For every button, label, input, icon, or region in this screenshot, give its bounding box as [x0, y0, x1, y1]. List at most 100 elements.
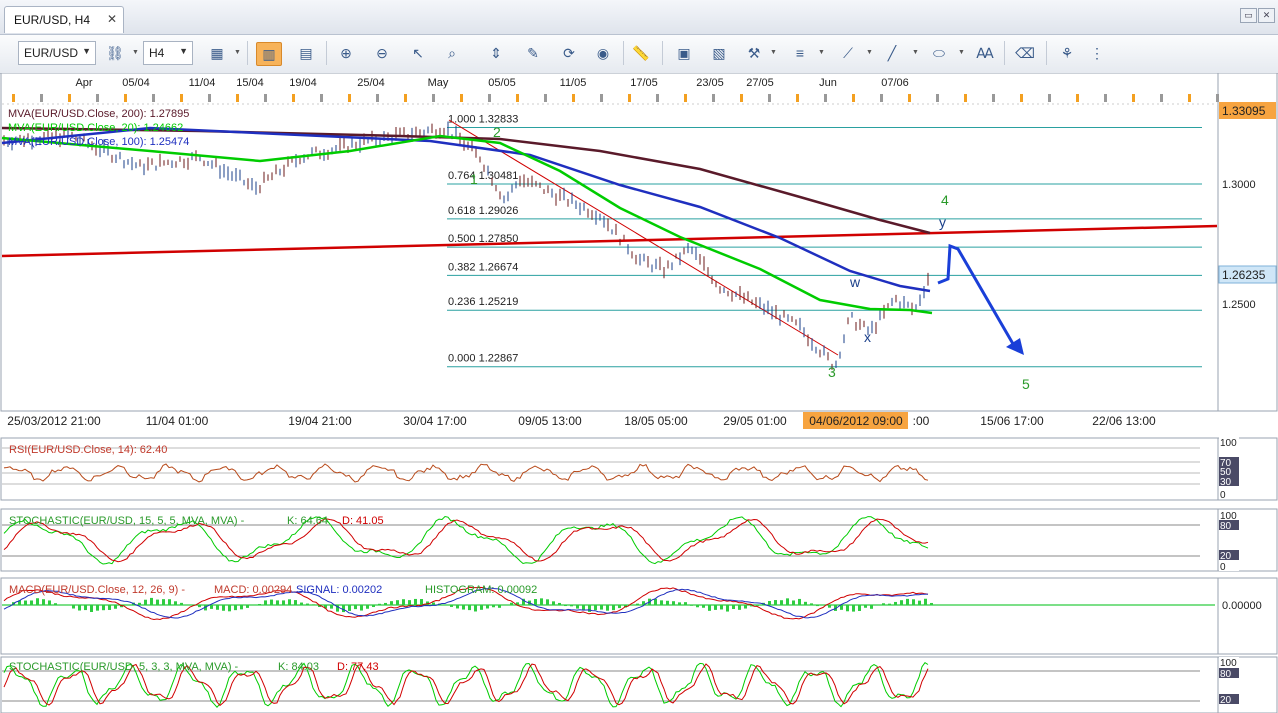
tree-icon[interactable]: ⚘	[1055, 42, 1079, 64]
macd-histogram-bar	[378, 603, 381, 605]
stoch-level-label: 80	[1220, 669, 1232, 680]
macd-histogram-bar	[606, 605, 609, 611]
timeframe-select[interactable]: H4 ▼	[143, 41, 193, 65]
date-tick	[432, 94, 435, 102]
macd-histogram-bar	[918, 600, 921, 605]
price-tick-label: 1.3000	[1222, 179, 1256, 191]
macd-histogram-bar	[546, 599, 549, 605]
macd-histogram-bar	[636, 603, 639, 605]
image-icon[interactable]: ▣	[672, 42, 696, 64]
edit-icon[interactable]: ✎	[521, 42, 545, 64]
toolbar-separator	[1004, 41, 1005, 65]
macd-histogram-bar	[930, 602, 933, 605]
pen-icon[interactable]: ╱	[880, 42, 904, 64]
top-date-label: 27/05	[746, 77, 774, 89]
macd-histogram-bar	[306, 603, 309, 605]
top-date-label: 15/04	[236, 77, 264, 89]
macd-histogram-bar	[108, 605, 111, 610]
chart-tab[interactable]: EUR/USD, H4 ✕	[4, 6, 124, 33]
refresh-icon[interactable]: ⟳	[557, 42, 581, 64]
rsi-legend: RSI(EUR/USD.Close, 14): 62.40	[9, 444, 167, 456]
chevron-down-icon[interactable]: ▼	[866, 49, 873, 56]
tab-title: EUR/USD, H4	[14, 13, 91, 27]
restore-window-icon[interactable]: ▭	[1240, 8, 1257, 23]
date-tick	[180, 94, 183, 102]
macd-legend: MACD(EUR/USD.Close, 12, 26, 9) -	[9, 584, 185, 596]
date-tick	[936, 94, 939, 102]
zoom-icon[interactable]: ▤	[294, 42, 318, 64]
date-tick	[264, 94, 267, 102]
eraser-icon[interactable]: ⌫	[1013, 42, 1037, 64]
macd-histogram-bar	[384, 602, 387, 605]
date-tick	[684, 94, 687, 102]
macd-histogram-bar	[258, 603, 261, 605]
ruler-icon[interactable]: 📏	[629, 42, 653, 64]
tools-icon[interactable]: ⚒	[742, 42, 766, 64]
close-window-icon[interactable]: ✕	[1258, 8, 1275, 23]
ellipse-icon[interactable]: ⬭	[927, 42, 951, 64]
current-price: 1.26235	[1222, 268, 1266, 282]
lines-icon[interactable]: ≡	[788, 42, 812, 64]
chevron-down-icon[interactable]: ▼	[818, 49, 825, 56]
candles-icon[interactable]: ▦	[205, 42, 229, 64]
magnifier-icon[interactable]: ⌕	[440, 42, 464, 64]
macd-histogram-bar	[564, 605, 567, 607]
globe-icon[interactable]: ◉	[591, 42, 615, 64]
date-tick	[964, 94, 967, 102]
price-tick-label: 1.2500	[1222, 299, 1256, 311]
date-tick	[460, 94, 463, 102]
rsi-panel: RSI(EUR/USD.Close, 14): 62.401007050300	[0, 437, 1278, 501]
macd-histogram-bar	[342, 605, 345, 613]
top-date-label: 17/05	[630, 77, 658, 89]
symbol-select[interactable]: EUR/USD ▼	[18, 41, 96, 65]
stoch-d-value: D: 41.05	[342, 515, 384, 527]
symbol-value: EUR/USD	[24, 46, 79, 60]
template-icon[interactable]: ▧	[707, 42, 731, 64]
menu-icon[interactable]: ⋮	[1085, 42, 1109, 64]
fit-icon[interactable]: ⇕	[484, 42, 508, 64]
draw-icon[interactable]: ⟋	[836, 42, 860, 64]
macd-histogram-bar	[78, 605, 81, 611]
macd-histogram-bar	[402, 599, 405, 605]
stoch-level-label: 0	[1220, 562, 1226, 573]
cursor-icon[interactable]: ↖	[406, 42, 430, 64]
macd-histogram-bar	[474, 605, 477, 612]
top-date-label: Jun	[819, 77, 837, 89]
tab-close-icon[interactable]: ✕	[107, 12, 117, 26]
macd-histogram-bar	[396, 600, 399, 605]
top-date-label: 11/04	[189, 77, 216, 89]
macd-histogram-bar	[828, 605, 831, 608]
text-icon[interactable]: Ꜳ	[973, 42, 997, 64]
macd-histogram-bar	[558, 602, 561, 605]
chevron-down-icon[interactable]: ▼	[770, 49, 777, 56]
mva-legend-label: MVA(EUR/USD.Close, 200): 1.27895	[8, 108, 189, 120]
chevron-down-icon[interactable]: ▼	[234, 49, 241, 56]
macd-histogram-bar	[102, 605, 105, 611]
macd-histogram-bar	[552, 601, 555, 605]
date-tick	[152, 94, 155, 102]
macd-level-label: 0.00000	[1222, 600, 1262, 612]
macd-histogram-bar	[276, 600, 279, 605]
fib-level-label: 1.000 1.32833	[448, 114, 518, 126]
macd-histogram-bar	[906, 598, 909, 605]
price-axis	[1217, 73, 1278, 412]
date-tick	[740, 94, 743, 102]
macd-histogram-bar	[894, 601, 897, 605]
panel-frame	[0, 437, 1219, 501]
bottom-date-label: 09/05 13:00	[518, 414, 582, 428]
macd-histogram-bar	[330, 605, 333, 609]
bars-icon[interactable]: ▥	[256, 42, 282, 66]
fib-level-label: 0.764 1.30481	[448, 170, 518, 182]
top-date-label: Apr	[75, 77, 92, 89]
chevron-down-icon[interactable]: ▼	[912, 49, 919, 56]
stoch-k-value: K: 84.03	[278, 661, 319, 673]
macd-histogram-bar	[792, 600, 795, 605]
macd-histogram-bar	[456, 605, 459, 609]
chart-area[interactable]: Apr 05/04 11/04 15/04 19/04 25/04 May 05/05 11/0…	[0, 73, 1278, 713]
zoom-in-icon[interactable]: ⊕	[334, 42, 358, 64]
zoom-out-icon[interactable]: ⊖	[370, 42, 394, 64]
date-tick	[40, 94, 43, 102]
chevron-down-icon[interactable]: ▼	[958, 49, 965, 56]
chevron-down-icon[interactable]: ▼	[132, 49, 139, 56]
chart-type-icon[interactable]: ⛓	[103, 42, 127, 64]
